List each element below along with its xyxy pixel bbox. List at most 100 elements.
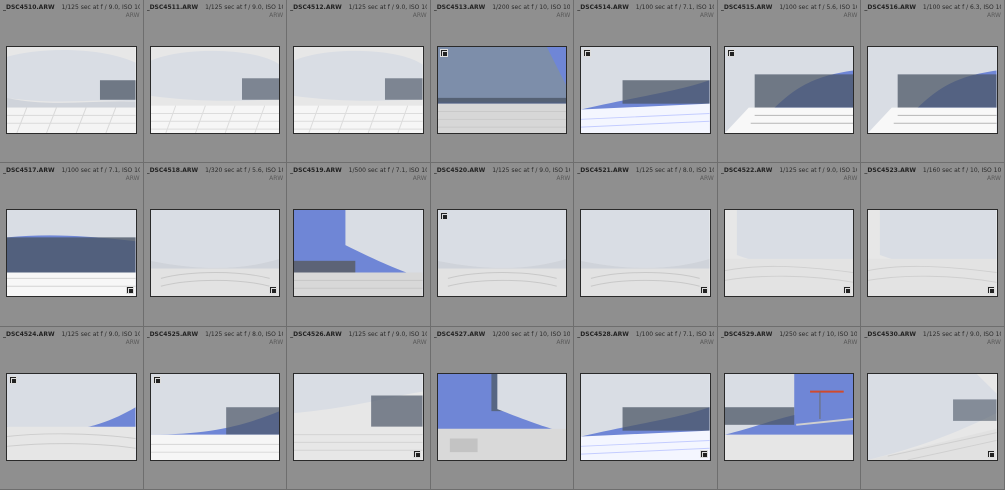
- building-photo: [294, 47, 423, 133]
- building-photo: [7, 210, 136, 297]
- thumbnail-cell-12[interactable]: _DSC4521.ARW 1/125 sec at f / 8.0, ISO 1…: [574, 163, 718, 327]
- thumbnail-badge-bottom-right-icon: [843, 286, 852, 295]
- thumbnail-filename: _DSC4529.ARW: [720, 330, 773, 338]
- building-photo: [437, 210, 567, 297]
- thumbnail-filename: _DSC4515.ARW: [720, 4, 773, 11]
- thumbnail-metadata: _DSC4517.ARW 1/100 sec at f / 7.1, ISO 1…: [3, 166, 140, 176]
- thumbnail-image[interactable]: [580, 209, 711, 298]
- thumbnail-filename: _DSC4526.ARW: [290, 330, 342, 338]
- thumbnail-filename: _DSC4511.ARW: [146, 4, 199, 11]
- thumbnail-image[interactable]: [580, 46, 711, 134]
- thumbnail-image[interactable]: [149, 46, 281, 134]
- thumbnail-cell-21[interactable]: _DSC4530.ARW 1/125 sec at f / 9.0, ISO 1…: [861, 326, 1005, 490]
- thumbnail-image[interactable]: [149, 372, 281, 461]
- thumbnail-metadata: _DSC4515.ARW 1/100 sec at f / 5.6, ISO 1…: [721, 3, 858, 13]
- thumbnail-badge-bottom-right-icon: [699, 286, 708, 295]
- thumbnail-image[interactable]: [436, 372, 568, 461]
- building-photo: [437, 373, 567, 460]
- thumbnail-cell-13[interactable]: _DSC4522.ARW 1/125 sec at f / 9.0, ISO 1…: [717, 163, 862, 327]
- thumbnail-cell-10[interactable]: _DSC4519.ARW 1/500 sec at f / 7.1, ISO 1…: [287, 163, 431, 327]
- thumbnail-cell-19[interactable]: _DSC4528.ARW 1/100 sec at f / 7.1, ISO 1…: [574, 326, 718, 490]
- building-photo: [868, 47, 997, 133]
- thumbnail-cell-9[interactable]: _DSC4518.ARW 1/320 sec at f / 5.6, ISO 1…: [143, 163, 288, 327]
- thumbnail-format-label: ARW: [699, 12, 714, 19]
- thumbnail-format-label: ARW: [699, 175, 714, 183]
- thumbnail-exposure: 1/100 sec at f / 6.3, ISO 100, 49 m...: [922, 4, 1001, 11]
- thumbnail-exposure: 1/125 sec at f / 9.0, ISO 100, 24 m...: [205, 4, 283, 11]
- thumbnail-image[interactable]: [293, 372, 424, 461]
- thumbnail-image[interactable]: [867, 209, 998, 298]
- thumbnail-exposure: 1/125 sec at f / 9.0, ISO 100, 24 m...: [779, 167, 857, 175]
- thumbnail-image[interactable]: [723, 46, 855, 134]
- thumbnail-filename: _DSC4525.ARW: [146, 330, 199, 338]
- thumbnail-cell-1[interactable]: _DSC4510.ARW 1/125 sec at f / 9.0, ISO 1…: [0, 0, 144, 164]
- thumbnail-image[interactable]: [293, 209, 424, 298]
- thumbnail-metadata: _DSC4523.ARW 1/160 sec at f / 10, ISO 10…: [864, 166, 1001, 176]
- thumbnail-exposure: 1/500 sec at f / 7.1, ISO 100, 35 m...: [348, 167, 427, 175]
- thumbnail-cell-16[interactable]: _DSC4525.ARW 1/125 sec at f / 8.0, ISO 1…: [143, 326, 288, 490]
- thumbnail-filename: _DSC4527.ARW: [433, 330, 486, 338]
- thumbnail-exposure: 1/125 sec at f / 9.0, ISO 100, 24 m...: [348, 4, 427, 11]
- thumbnail-cell-18[interactable]: _DSC4527.ARW 1/200 sec at f / 10, ISO 10…: [430, 326, 575, 490]
- thumbnail-metadata: _DSC4527.ARW 1/200 sec at f / 10, ISO 10…: [434, 330, 571, 340]
- thumbnail-image[interactable]: [723, 209, 855, 298]
- thumbnail-cell-15[interactable]: _DSC4524.ARW 1/125 sec at f / 9.0, ISO 1…: [0, 326, 144, 490]
- thumbnail-format-label: ARW: [412, 12, 427, 19]
- thumbnail-filename: _DSC4520.ARW: [433, 167, 486, 175]
- thumbnail-cell-8[interactable]: _DSC4517.ARW 1/100 sec at f / 7.1, ISO 1…: [0, 163, 144, 327]
- thumbnail-badge-bottom-right-icon: [986, 286, 995, 295]
- thumbnail-filename: _DSC4516.ARW: [864, 4, 916, 11]
- thumbnail-cell-5[interactable]: _DSC4514.ARW 1/100 sec at f / 7.1, ISO 1…: [574, 0, 718, 164]
- thumbnail-image[interactable]: [6, 372, 137, 461]
- thumbnail-metadata: _DSC4512.ARW 1/125 sec at f / 9.0, ISO 1…: [290, 3, 427, 13]
- thumbnail-cell-6[interactable]: _DSC4515.ARW 1/100 sec at f / 5.6, ISO 1…: [717, 0, 862, 164]
- thumbnail-cell-2[interactable]: _DSC4511.ARW 1/125 sec at f / 9.0, ISO 1…: [143, 0, 288, 164]
- thumbnail-filename: _DSC4513.ARW: [433, 4, 486, 11]
- thumbnail-metadata: _DSC4522.ARW 1/125 sec at f / 9.0, ISO 1…: [721, 166, 858, 176]
- thumbnail-image[interactable]: [436, 209, 568, 298]
- thumbnail-badge-top-left-icon: [583, 49, 592, 57]
- building-photo: [294, 373, 423, 460]
- thumbnail-cell-7[interactable]: _DSC4516.ARW 1/100 sec at f / 6.3, ISO 1…: [861, 0, 1005, 164]
- thumbnail-exposure: 1/200 sec at f / 10, ISO 100, 24 m...: [492, 4, 571, 11]
- thumbnail-image[interactable]: [580, 372, 711, 461]
- thumbnail-metadata: _DSC4530.ARW 1/125 sec at f / 9.0, ISO 1…: [864, 330, 1001, 340]
- building-photo: [150, 47, 280, 133]
- thumbnail-format-label: ARW: [987, 338, 1001, 346]
- thumbnail-cell-17[interactable]: _DSC4526.ARW 1/125 sec at f / 9.0, ISO 1…: [287, 326, 431, 490]
- thumbnail-image[interactable]: [6, 46, 137, 134]
- thumbnail-format-label: ARW: [556, 12, 571, 19]
- thumbnail-format-label: ARW: [699, 338, 714, 346]
- thumbnail-metadata: _DSC4526.ARW 1/125 sec at f / 9.0, ISO 1…: [290, 330, 427, 340]
- thumbnail-cell-4[interactable]: _DSC4513.ARW 1/200 sec at f / 10, ISO 10…: [430, 0, 575, 164]
- thumbnail-image[interactable]: [867, 372, 998, 461]
- building-photo: [724, 373, 854, 460]
- thumbnail-image[interactable]: [723, 372, 855, 461]
- building-photo: [437, 47, 567, 133]
- thumbnail-filename: _DSC4524.ARW: [3, 330, 55, 338]
- thumbnail-exposure: 1/125 sec at f / 9.0, ISO 100, 24 m...: [61, 330, 140, 338]
- thumbnail-filename: _DSC4514.ARW: [577, 4, 629, 11]
- thumbnail-filename: _DSC4519.ARW: [290, 167, 342, 175]
- thumbnail-format-label: ARW: [556, 338, 571, 346]
- thumbnail-exposure: 1/250 sec at f / 10, ISO 100, 24 m...: [779, 330, 858, 338]
- thumbnail-image[interactable]: [6, 209, 137, 298]
- thumbnail-cell-14[interactable]: _DSC4523.ARW 1/160 sec at f / 10, ISO 10…: [861, 163, 1005, 327]
- thumbnail-image[interactable]: [293, 46, 424, 134]
- thumbnail-exposure: 1/100 sec at f / 7.1, ISO 100, 24 m...: [635, 330, 714, 338]
- thumbnail-cell-11[interactable]: _DSC4520.ARW 1/125 sec at f / 9.0, ISO 1…: [430, 163, 575, 327]
- building-photo: [724, 47, 854, 133]
- thumbnail-format-label: ARW: [125, 175, 140, 183]
- thumbnail-filename: _DSC4522.ARW: [720, 167, 773, 175]
- thumbnail-cell-20[interactable]: _DSC4529.ARW 1/250 sec at f / 10, ISO 10…: [717, 326, 862, 490]
- thumbnail-image[interactable]: [436, 46, 568, 134]
- thumbnail-exposure: 1/100 sec at f / 5.6, ISO 100, 49 m...: [779, 4, 857, 11]
- thumbnail-filename: _DSC4512.ARW: [290, 4, 342, 11]
- thumbnail-metadata: _DSC4511.ARW 1/125 sec at f / 9.0, ISO 1…: [147, 3, 284, 13]
- thumbnail-format-label: ARW: [843, 338, 858, 346]
- thumbnail-cell-3[interactable]: _DSC4512.ARW 1/125 sec at f / 9.0, ISO 1…: [287, 0, 431, 164]
- building-photo: [581, 373, 710, 460]
- thumbnail-image[interactable]: [149, 209, 281, 298]
- building-photo: [7, 47, 136, 133]
- thumbnail-image[interactable]: [867, 46, 998, 134]
